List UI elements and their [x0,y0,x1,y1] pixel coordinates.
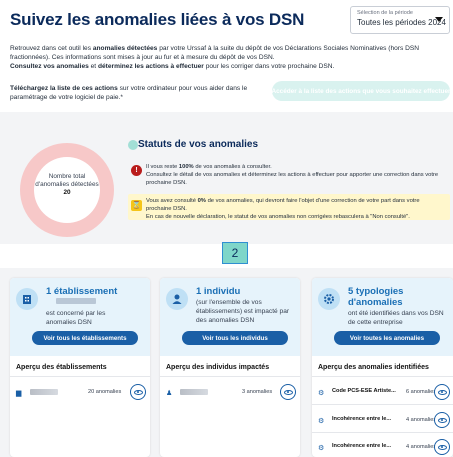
eye-icon [437,444,447,450]
building-icon: ▆ [16,390,22,397]
list-item: ▆ 20 anomalies [16,384,146,402]
individuals-count: 1 individu [196,286,241,297]
caret-down-icon [435,17,443,22]
view-eye-button[interactable] [130,384,146,400]
status-title: Statuts de vos anomalies [138,139,259,150]
card-separator [10,376,150,377]
anomalies-donut-chart: Nombre total d'anomalies détectées 20 [20,143,114,237]
building-icon [16,288,38,310]
eye-icon [437,417,447,423]
anomalies-section-title: Aperçu des anomalies identifiées [318,364,429,371]
establishments-desc: est concerné par les anomalies DSN [46,310,106,326]
establishments-section-title: Aperçu des établissements [16,364,107,371]
gear-icon: ⚙ [318,390,325,397]
alert-icon: ! [131,165,142,176]
period-select-value: Toutes les périodes 2024 [357,18,446,27]
typologies-desc: ont été identifiées dans vos DSN de cett… [348,310,444,326]
list-item: ⚙ Code PCS-ESE Artiste... 6 anomalies [318,384,450,402]
view-eye-button[interactable] [280,384,296,400]
anomaly-label: Code PCS-ESE Artiste... [332,388,396,394]
row-separator [312,432,453,433]
intro-text: Retrouvez dans cet outil les anomalies d… [10,45,420,70]
user-icon [166,288,188,310]
anomaly-label: Incohérence entre le... [332,416,392,422]
view-eye-button[interactable] [434,384,450,400]
period-select-label: Sélection de la période [357,10,413,16]
step-badge: 2 [222,242,248,264]
list-item: ⚙ Incohérence entre le... 4 anomalies [318,439,450,457]
eye-icon [437,389,447,395]
hourglass-icon: ⌛ [131,200,142,211]
establishment-name-redacted [56,298,96,304]
redacted-name [180,389,208,395]
row-count: 20 anomalies [88,389,122,395]
donut-count: 20 [63,189,71,196]
row-separator [312,404,453,405]
view-eye-button[interactable] [434,412,450,428]
row-count: 6 anomalies [406,389,437,395]
establishments-count: 1 établissement [46,286,118,297]
typologies-card: 5 typologies d'anomalies ont été identif… [312,278,453,457]
row-count: 3 anomalies [242,389,273,395]
anomaly-label: Incohérence entre le... [332,443,392,449]
card-separator [312,376,453,377]
eye-icon [133,389,143,395]
list-item: ♟ 3 anomalies [166,384,296,402]
individuals-section-title: Aperçu des individus impactés [166,364,270,371]
row-count: 4 anomalies [406,444,437,450]
gear-icon [318,288,340,310]
redacted-name [30,389,58,395]
view-eye-button[interactable] [434,439,450,455]
donut-label: Nombre total d'anomalies détectées 20 [35,173,99,196]
page-title: Suivez les anomalies liées à vos DSN [10,10,305,29]
download-hint: Téléchargez la liste de ces actions sur … [10,85,248,101]
individuals-card: 1 individu (sur l'ensemble de vos établi… [160,278,300,457]
gear-icon: ⚙ [318,445,325,452]
row-count: 4 anomalies [406,417,437,423]
card-separator [160,376,300,377]
consulted-info: ⌛ Vous avez consulté 0% de vos anomalies… [128,194,450,220]
view-individuals-button[interactable]: Voir tous les individus [182,331,288,345]
access-actions-button[interactable]: Accéder à la liste des actions que vous … [272,81,451,101]
period-select[interactable]: Sélection de la période Toutes les pério… [350,6,450,34]
view-establishments-button[interactable]: Voir tous les établissements [32,331,138,345]
view-anomalies-button[interactable]: Voir toutes les anomalies [334,331,440,345]
gear-icon: ⚙ [318,418,325,425]
individuals-desc: (sur l'ensemble de vos établissements) e… [196,299,290,324]
typologies-count: 5 typologies d'anomalies [348,286,404,308]
list-item: ⚙ Incohérence entre le... 4 anomalies [318,412,450,430]
eye-icon [283,389,293,395]
status-decor-icon [128,140,138,150]
unconsulted-info: ! Il vous reste 100% de vos anomalies à … [128,160,450,188]
establishments-card: 1 établissement est concerné par les ano… [10,278,150,457]
user-icon: ♟ [166,390,173,397]
